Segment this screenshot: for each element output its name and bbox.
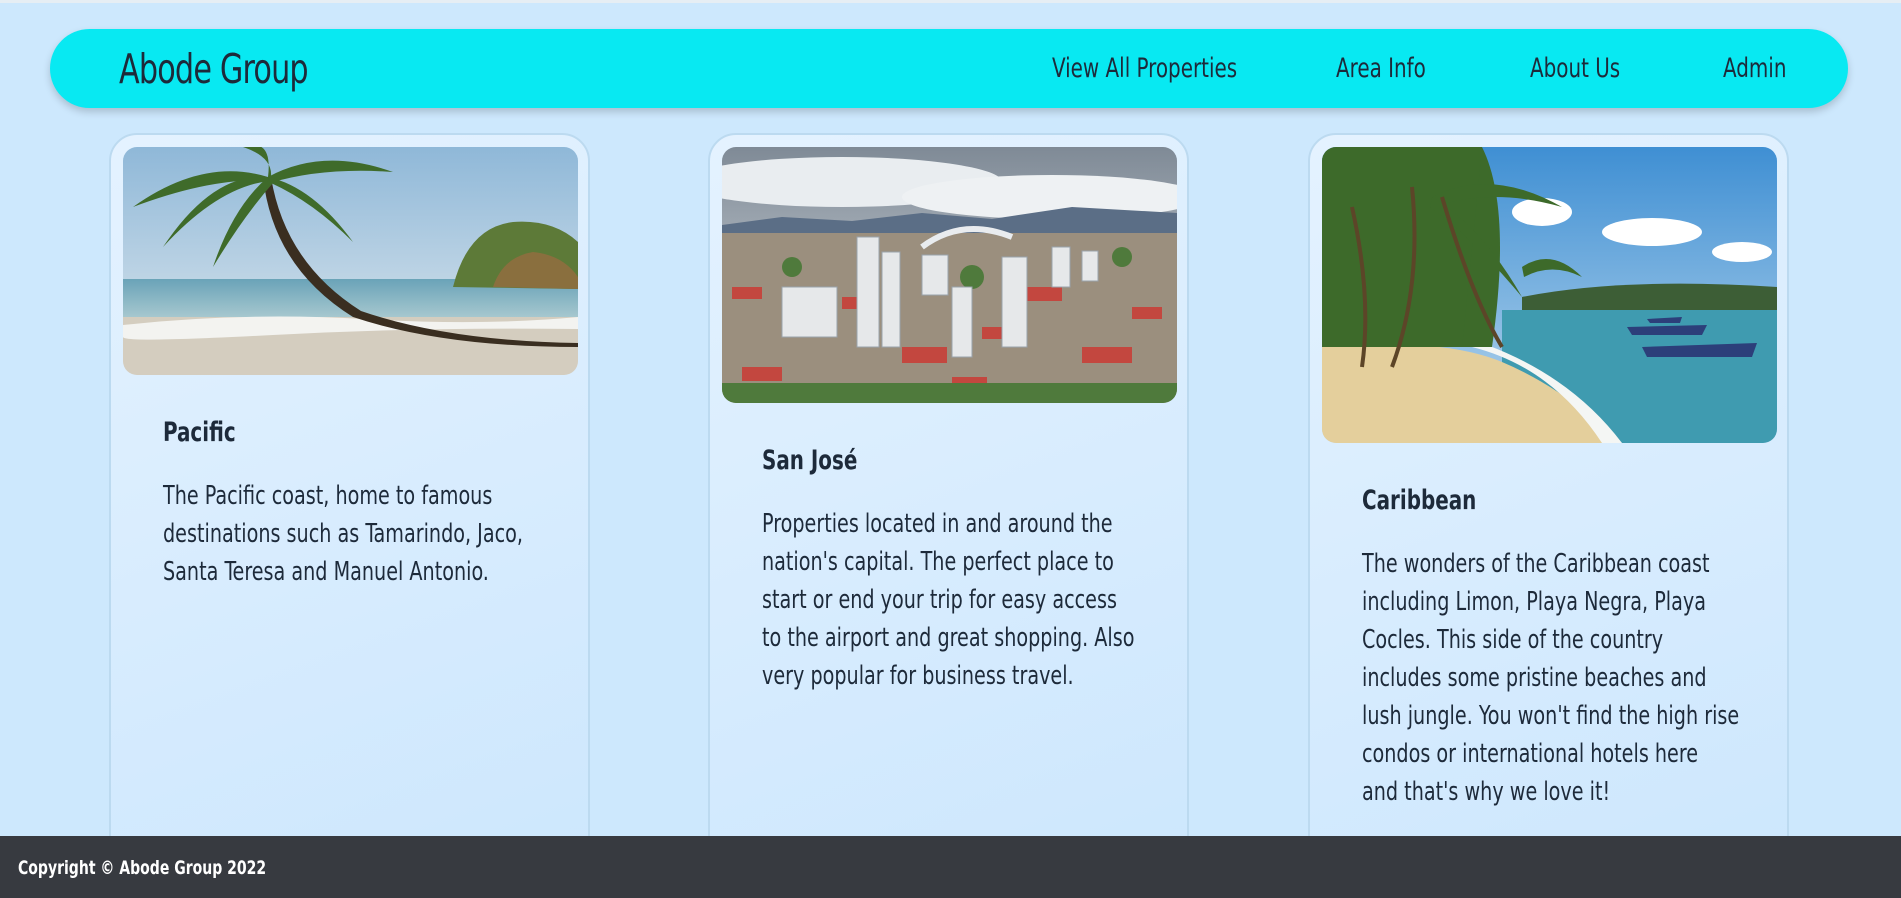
area-card-san-jose: San José Properties located in and aroun… [708, 133, 1189, 863]
card-text-san-jose: Properties located in and around the nat… [762, 509, 1135, 691]
nav-admin[interactable]: Admin [1723, 53, 1786, 84]
card-title-caribbean: Caribbean [1362, 485, 1477, 516]
card-text-pacific: The Pacific coast, home to famous destin… [163, 481, 523, 587]
nav-area-info[interactable]: Area Info [1336, 53, 1426, 84]
card-text-caribbean: The wonders of the Caribbean coast inclu… [1362, 549, 1740, 807]
nav-view-all-properties[interactable]: View All Properties [1052, 53, 1237, 84]
footer-copyright: Copyright © Abode Group 2022 [18, 857, 267, 879]
footer: Copyright © Abode Group 2022 [0, 836, 1901, 898]
area-card-caribbean: Caribbean The wonders of the Caribbean c… [1308, 133, 1789, 863]
card-title-san-jose: San José [762, 445, 858, 476]
pacific-image [123, 147, 578, 375]
caribbean-image [1322, 147, 1777, 443]
card-title-pacific: Pacific [163, 417, 236, 448]
nav-about-us[interactable]: About Us [1530, 53, 1620, 84]
brand-logo[interactable]: Abode Group [119, 45, 309, 93]
san-jose-image [722, 147, 1177, 403]
area-card-pacific: Pacific The Pacific coast, home to famou… [109, 133, 590, 863]
top-edge-line [0, 0, 1901, 3]
navbar: Abode Group View All Properties Area Inf… [50, 29, 1848, 108]
